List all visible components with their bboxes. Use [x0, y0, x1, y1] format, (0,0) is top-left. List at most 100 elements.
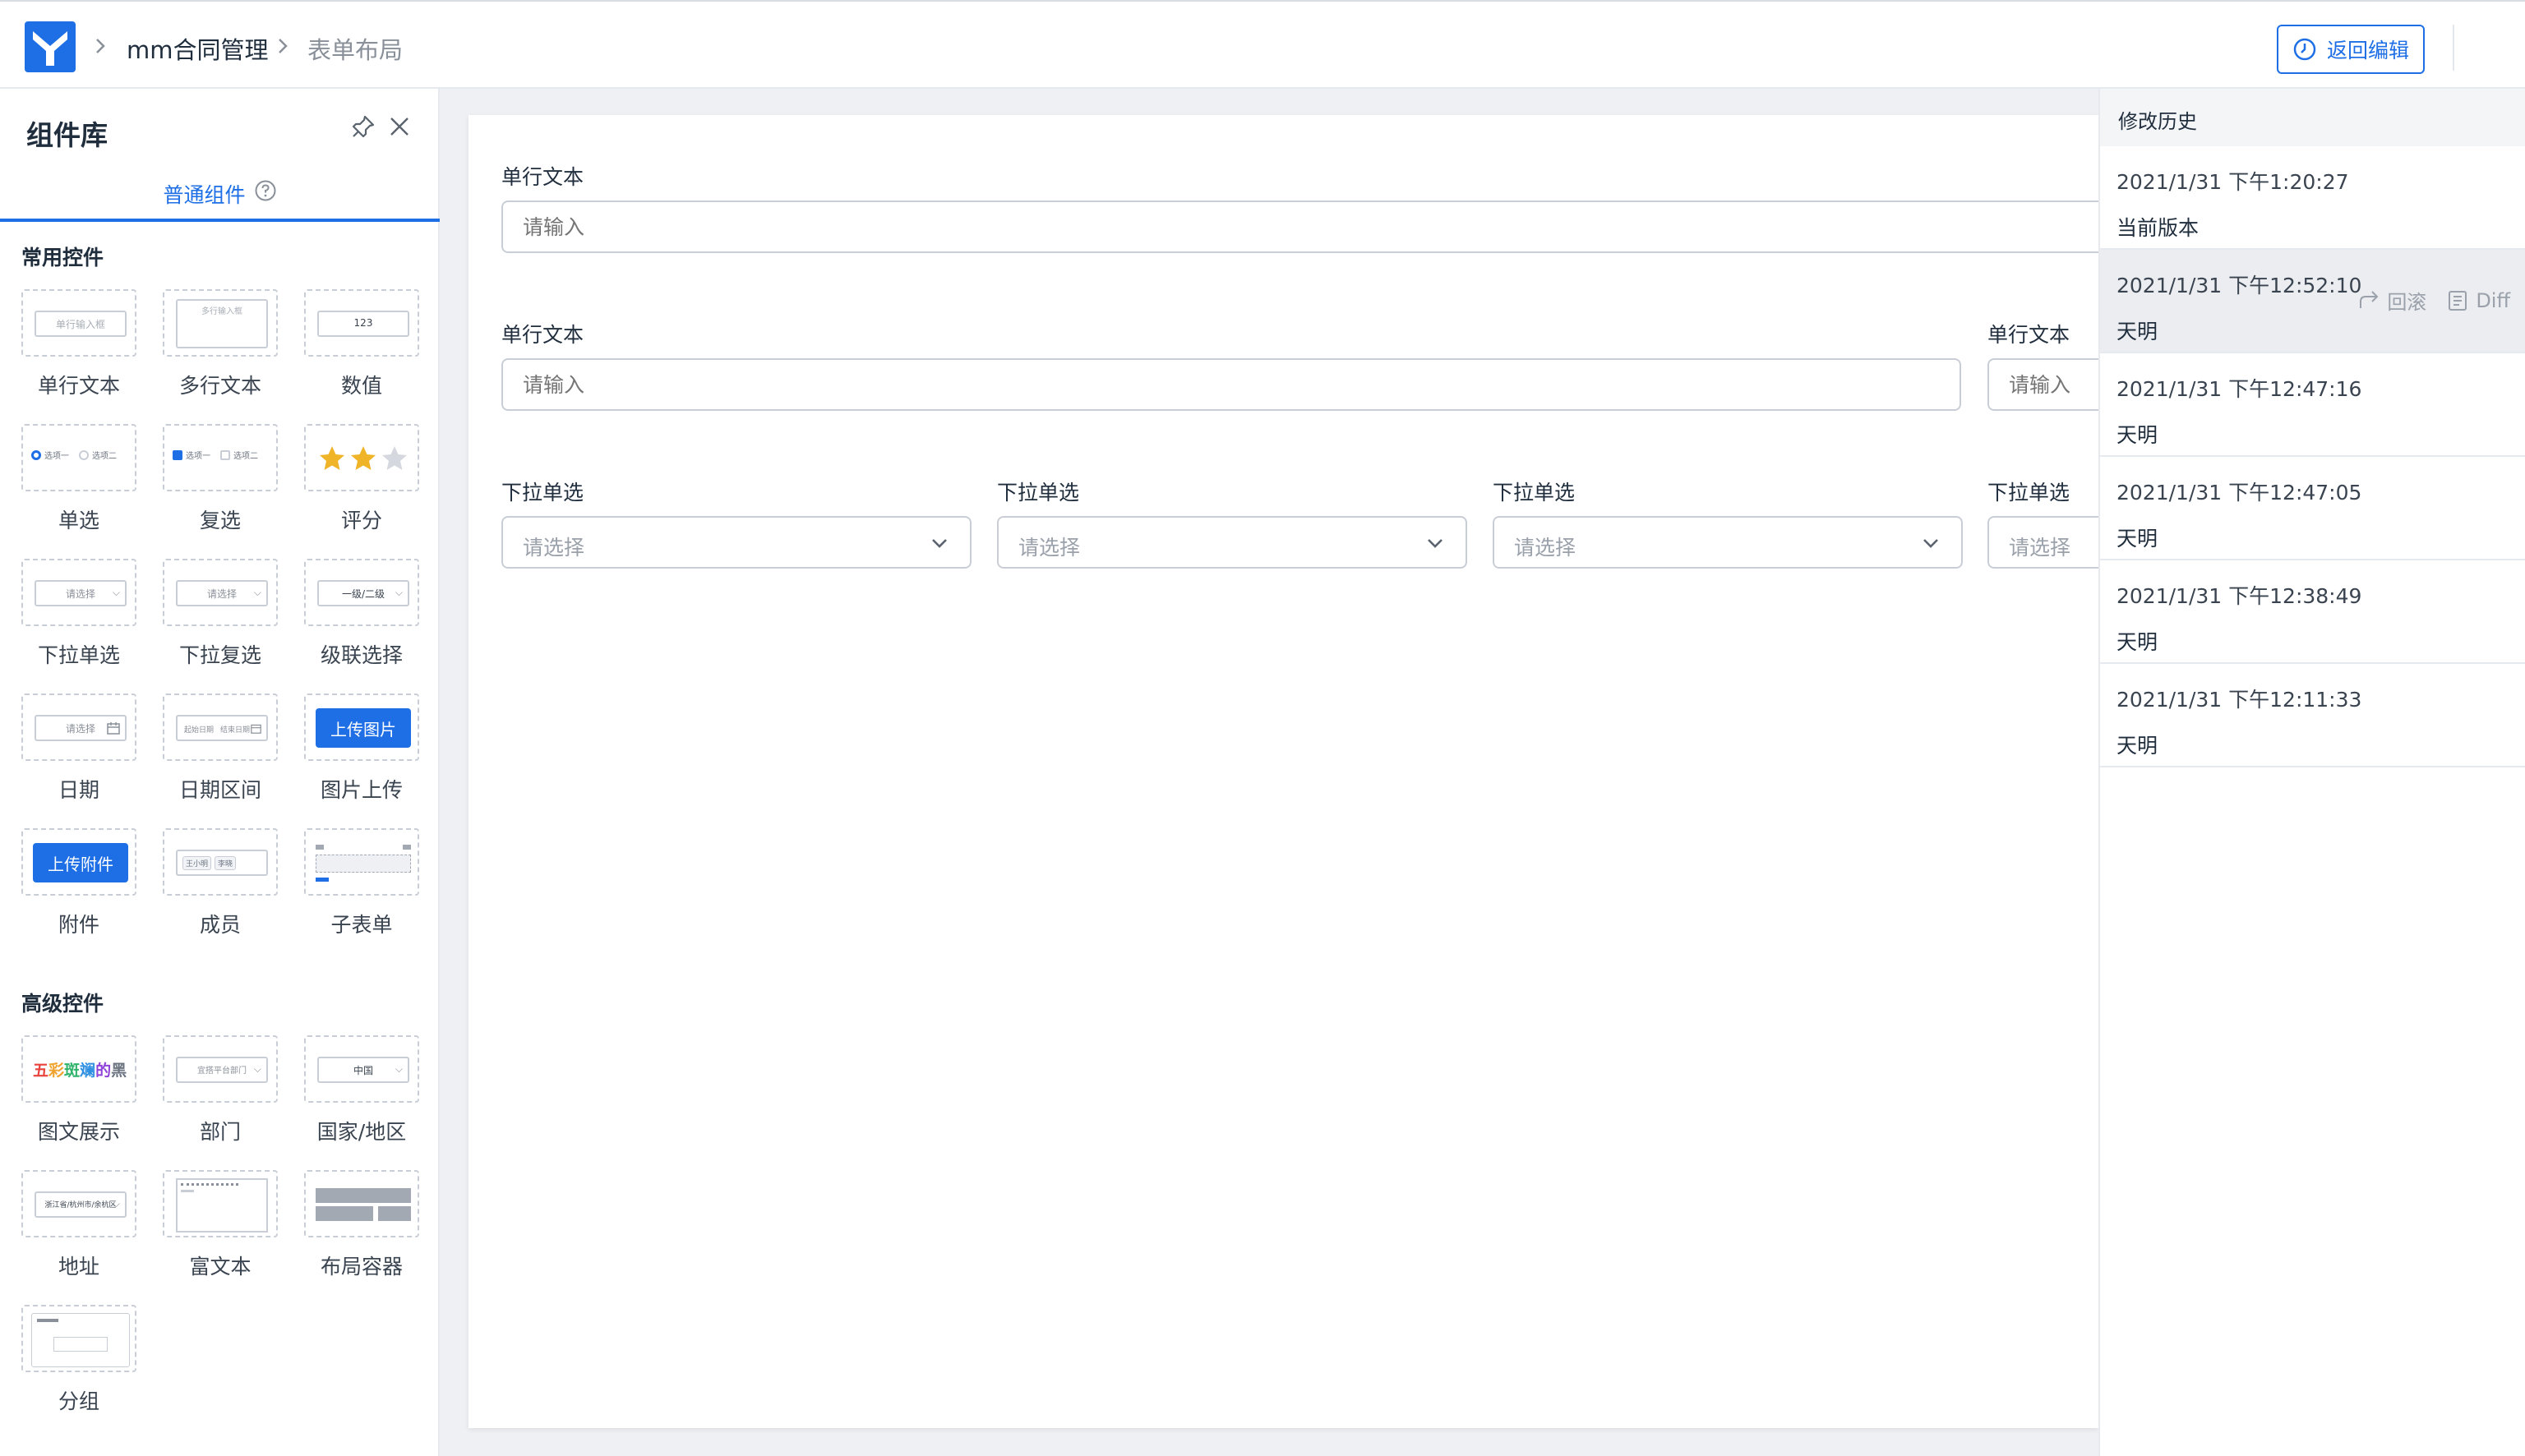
rainbow-char: 斑 — [64, 1062, 81, 1080]
app-root: mm合同管理 表单布局 返回编辑 组件库 普通组件 常用控件 单行输入框 单行文… — [0, 0, 2525, 1456]
component-dropdown-multi[interactable]: 请选择 ⌵ 下拉复选 — [161, 559, 279, 669]
thumb-option-two: 选项二 — [92, 452, 117, 461]
component-date-range[interactable]: 起始日期 结束日期 日期区间 — [161, 693, 279, 804]
history-user: 当前版本 — [2116, 216, 2200, 240]
component-image-upload[interactable]: 上传图片 图片上传 — [302, 693, 421, 804]
component-label: 布局容器 — [320, 1255, 403, 1279]
thumb-shape — [316, 845, 324, 850]
component-rating[interactable]: 评分 — [302, 424, 421, 534]
thumb-date-end: 结束日期 — [220, 726, 251, 735]
thumb-select: 请选择 ⌵ — [35, 580, 127, 606]
history-item[interactable]: 2021/1/31 下午12:47:05 天明 — [2100, 457, 2525, 560]
component-single-text[interactable]: 单行输入框 单行文本 — [20, 289, 138, 399]
rating-stars-icon — [320, 446, 407, 470]
diff-button[interactable]: Diff — [2446, 286, 2510, 315]
component-library-panel: 组件库 普通组件 常用控件 单行输入框 单行文本 多行输入框 多行文本 123 … — [0, 89, 440, 1456]
thumb-shape — [316, 878, 329, 882]
history-time: 2021/1/31 下午12:38:49 — [2116, 584, 2362, 608]
select-placeholder: 请选择 — [523, 536, 585, 560]
history-item[interactable]: 2021/1/31 下午1:20:27 当前版本 — [2100, 146, 2525, 250]
single-text-input[interactable] — [501, 358, 1961, 411]
header-divider — [2453, 25, 2454, 71]
history-user: 天明 — [2116, 630, 2158, 654]
thumb-select: 一级/二级 ⌵ — [317, 580, 409, 606]
chevron-down-icon: ⌵ — [253, 587, 261, 598]
rollback-label: 回滚 — [2387, 291, 2427, 314]
pin-icon[interactable] — [350, 113, 376, 140]
history-item[interactable]: 2021/1/31 下午12:38:49 天明 — [2100, 560, 2525, 664]
component-label: 日期 — [58, 778, 99, 802]
component-radio[interactable]: 选项一 选项二 单选 — [20, 424, 138, 534]
history-item[interactable]: 2021/1/31 下午12:47:16 天明 — [2100, 353, 2525, 457]
field-label: 单行文本 — [1987, 323, 2070, 347]
history-item[interactable]: 2021/1/31 下午12:11:33 天明 — [2100, 664, 2525, 767]
calendar-icon — [251, 724, 261, 734]
rollback-button[interactable]: 回滚 — [2357, 286, 2426, 315]
chevron-down-icon: ⌵ — [112, 1198, 120, 1209]
component-address[interactable]: 浙江省/杭州市/余杭区 ⌵ 地址 — [20, 1170, 138, 1280]
component-thumbnail: 请选择 ⌵ — [21, 559, 136, 626]
component-sub-form[interactable]: 子表单 — [302, 828, 421, 938]
radio-off-icon — [79, 449, 89, 460]
thumb-option-two: 选项二 — [233, 452, 258, 461]
rating-star-icon — [351, 446, 376, 470]
component-department[interactable]: 宜搭平台部门 ⌵ 部门 — [161, 1035, 279, 1145]
component-cascade[interactable]: 一级/二级 ⌵ 级联选择 — [302, 559, 421, 669]
component-label: 分组 — [58, 1389, 99, 1413]
component-layout-container[interactable]: 布局容器 — [302, 1170, 421, 1280]
component-number[interactable]: 123 数值 — [302, 289, 421, 399]
radio-on-icon — [31, 449, 41, 460]
app-logo-icon[interactable] — [25, 21, 76, 72]
tab-common-components[interactable]: 普通组件 — [0, 171, 440, 222]
history-user: 天明 — [2116, 320, 2158, 343]
component-label: 下拉复选 — [178, 643, 261, 667]
component-label: 数值 — [340, 374, 382, 398]
help-icon[interactable] — [254, 179, 277, 202]
chevron-down-icon: ⌵ — [112, 587, 120, 598]
component-rich-text[interactable]: 富文本 — [161, 1170, 279, 1280]
single-text-input[interactable] — [501, 200, 2112, 253]
dropdown-select[interactable]: 请选择 — [1493, 516, 1963, 569]
component-thumbnail: 单行输入框 — [21, 289, 136, 357]
select-placeholder: 请选择 — [1018, 536, 1081, 560]
component-image-text[interactable]: 五彩斑斓的黑 图文展示 — [20, 1035, 138, 1145]
select-placeholder: 请选择 — [2009, 536, 2071, 560]
breadcrumb-current-page[interactable]: 表单布局 — [307, 31, 403, 66]
component-thumbnail: 宜搭平台部门 ⌵ — [163, 1035, 278, 1103]
back-to-edit-button[interactable]: 返回编辑 — [2277, 25, 2425, 74]
field-label: 下拉单选 — [1987, 481, 2070, 505]
breadcrumb-separator-icon — [275, 35, 291, 58]
component-member[interactable]: 王小明 李晓 成员 — [161, 828, 279, 938]
thumb-number: 123 — [317, 311, 409, 337]
component-label: 附件 — [58, 913, 99, 937]
section-title-advanced: 高级控件 — [21, 992, 104, 1016]
dropdown-select[interactable]: 请选择 — [997, 516, 1467, 569]
thumb-select: 宜搭平台部门 ⌵ — [176, 1057, 268, 1083]
diff-icon — [2449, 290, 2467, 311]
component-thumbnail — [21, 1305, 136, 1372]
component-dropdown-single[interactable]: 请选择 ⌵ 下拉单选 — [20, 559, 138, 669]
history-item[interactable]: 2021/1/31 下午12:52:10 天明 回滚 Diff — [2100, 250, 2525, 353]
component-label: 级联选择 — [320, 643, 403, 667]
component-checkbox[interactable]: 选项一 选项二 复选 — [161, 424, 279, 534]
component-group[interactable]: 分组 — [20, 1305, 138, 1415]
clock-icon — [2293, 38, 2316, 61]
rainbow-char: 彩 — [48, 1062, 65, 1080]
thumb-textarea: 多行输入框 — [176, 299, 268, 348]
component-date[interactable]: 请选择 日期 — [20, 693, 138, 804]
thumb-rainbow-text: 五彩斑斓的黑 — [33, 1058, 127, 1080]
thumb-shape — [316, 1206, 373, 1221]
chevron-down-icon: ⌵ — [395, 587, 403, 598]
dropdown-select[interactable]: 请选择 — [501, 516, 972, 569]
close-icon[interactable] — [386, 113, 413, 140]
component-multi-text[interactable]: 多行输入框 多行文本 — [161, 289, 279, 399]
component-country[interactable]: 中国 ⌵ 国家/地区 — [302, 1035, 421, 1145]
breadcrumb-app[interactable]: mm合同管理 — [127, 31, 269, 66]
component-thumbnail: 123 — [304, 289, 419, 357]
thumb-group-title — [37, 1319, 58, 1322]
thumb-group-frame — [31, 1313, 130, 1367]
component-label: 图片上传 — [320, 778, 403, 802]
history-user: 天明 — [2116, 734, 2158, 758]
thumb-input: 单行输入框 — [35, 311, 127, 337]
component-attachment[interactable]: 上传附件 附件 — [20, 828, 138, 938]
